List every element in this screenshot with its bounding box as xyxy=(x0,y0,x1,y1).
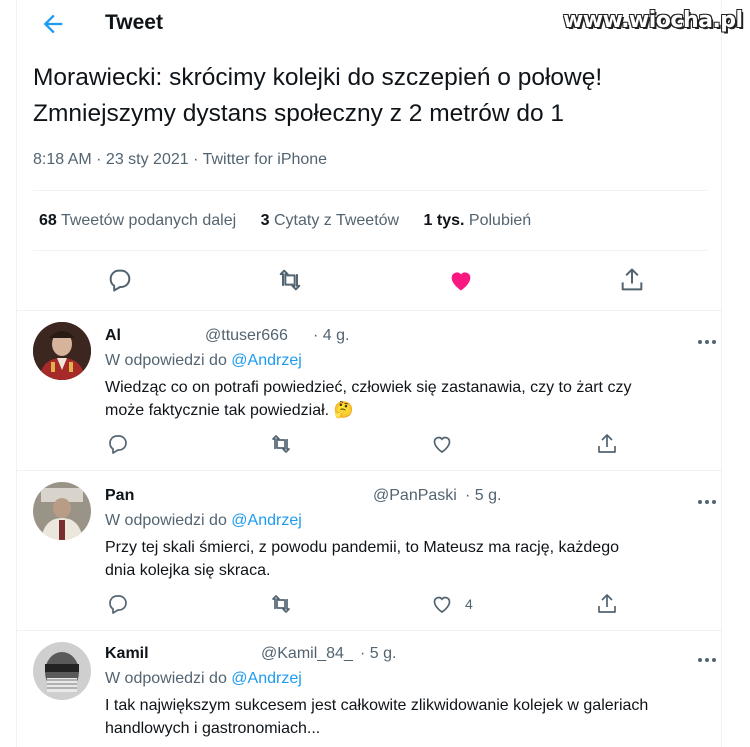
mention-link[interactable]: @Andrzej xyxy=(231,670,302,687)
reply-author-handle[interactable]: @PanPaski xyxy=(373,487,457,505)
in-reply-prefix: W odpowiedzi do xyxy=(105,670,227,687)
tweet-text-line-1: Morawiecki: skrócimy kolejki do szczepie… xyxy=(33,64,603,91)
tweet-stats: 68 Tweetów podanych dalej 3 Cytaty z Twe… xyxy=(39,212,551,230)
reply-author-handle[interactable]: @Kamil_84_ xyxy=(261,645,353,663)
in-reply-prefix: W odpowiedzi do xyxy=(105,352,227,369)
tweet-meta[interactable]: 8:18 AM · 23 sty 2021 · Twitter for iPho… xyxy=(33,151,327,169)
in-reply-to: W odpowiedzi do @Andrzej xyxy=(105,670,302,688)
retweets-stat[interactable]: 68 Tweetów podanych dalej xyxy=(39,212,236,229)
quotes-label: Cytaty z Tweetów xyxy=(274,212,400,229)
retweet-icon[interactable] xyxy=(269,592,293,616)
tweet-actions xyxy=(17,266,723,296)
reply-text-line-2: dnia kolejka się skraca. xyxy=(105,562,271,579)
reply-author-name[interactable]: Kamil xyxy=(105,645,149,663)
reply-text-line-1: Wiedząc co on potrafi powiedzieć, człowi… xyxy=(105,379,632,396)
share-icon[interactable] xyxy=(618,266,646,294)
like-icon-active[interactable] xyxy=(447,266,475,294)
reply-tweet[interactable]: Kamil @Kamil_84_ · 5 g. W odpowiedzi do … xyxy=(17,630,723,747)
reply-icon[interactable] xyxy=(106,592,130,616)
avatar[interactable] xyxy=(33,482,91,540)
reply-text: Przy tej skali śmierci, z powodu pandemi… xyxy=(105,536,705,582)
mention-link[interactable]: @Andrzej xyxy=(231,352,302,369)
reply-text-line-2: handlowych i gastronomiach... xyxy=(105,720,321,737)
more-options-icon[interactable] xyxy=(697,492,717,504)
quotes-stat[interactable]: 3 Cytaty z Tweetów xyxy=(261,212,399,229)
in-reply-to: W odpowiedzi do @Andrzej xyxy=(105,512,302,530)
divider xyxy=(33,190,707,191)
likes-stat[interactable]: 1 tys. Polubień xyxy=(424,212,532,229)
like-icon[interactable] xyxy=(430,592,454,616)
reply-time[interactable]: · 4 g. xyxy=(313,327,349,345)
tweet-page: Tweet Morawiecki: skrócimy kolejki do sz… xyxy=(16,0,723,747)
avatar[interactable] xyxy=(33,322,91,380)
reply-text-line-1: I tak największym sukcesem jest całkowit… xyxy=(105,697,649,714)
divider xyxy=(33,250,707,251)
reply-text: I tak największym sukcesem jest całkowit… xyxy=(105,694,705,740)
tweet-text-line-2: Zmniejszymy dystans społeczny z 2 metrów… xyxy=(33,100,565,127)
share-icon[interactable] xyxy=(595,592,619,616)
retweet-icon[interactable] xyxy=(276,266,304,294)
reply-text-line-2: może faktycznie tak powiedział. 🤔 xyxy=(105,402,354,419)
reply-author-name[interactable]: Pan xyxy=(105,487,134,505)
avatar[interactable] xyxy=(33,642,91,700)
like-icon[interactable] xyxy=(430,432,454,456)
reply-time[interactable]: · 5 g. xyxy=(360,645,396,663)
share-icon[interactable] xyxy=(595,432,619,456)
reply-text-line-1: Przy tej skali śmierci, z powodu pandemi… xyxy=(105,539,619,556)
reply-time[interactable]: · 5 g. xyxy=(465,487,501,505)
more-options-icon[interactable] xyxy=(697,650,717,662)
retweets-count: 68 xyxy=(39,212,57,229)
reply-tweet[interactable]: Al @ttuser666 · 4 g. W odpowiedzi do @An… xyxy=(17,310,723,470)
reply-icon[interactable] xyxy=(106,266,134,294)
mention-link[interactable]: @Andrzej xyxy=(231,512,302,529)
watermark-logo: www.wiocha.pl xyxy=(563,8,743,33)
reply-icon[interactable] xyxy=(106,432,130,456)
likes-count: 1 tys. xyxy=(423,212,465,229)
more-options-icon[interactable] xyxy=(697,332,717,344)
in-reply-prefix: W odpowiedzi do xyxy=(105,512,227,529)
retweets-label: Tweetów podanych dalej xyxy=(60,212,237,229)
page-title: Tweet xyxy=(105,11,163,34)
tweet-text: Morawiecki: skrócimy kolejki do szczepie… xyxy=(33,60,713,132)
back-arrow-icon[interactable] xyxy=(39,10,67,38)
reply-author-handle[interactable]: @ttuser666 xyxy=(205,327,288,345)
reply-author-name[interactable]: Al xyxy=(105,327,121,345)
reply-tweet[interactable]: Pan @PanPaski · 5 g. W odpowiedzi do @An… xyxy=(17,470,723,630)
reply-text: Wiedząc co on potrafi powiedzieć, człowi… xyxy=(105,376,705,422)
in-reply-to: W odpowiedzi do @Andrzej xyxy=(105,352,302,370)
likes-label: Polubień xyxy=(468,212,532,229)
retweet-icon[interactable] xyxy=(269,432,293,456)
like-count: 4 xyxy=(465,596,473,612)
quotes-count: 3 xyxy=(260,212,270,229)
